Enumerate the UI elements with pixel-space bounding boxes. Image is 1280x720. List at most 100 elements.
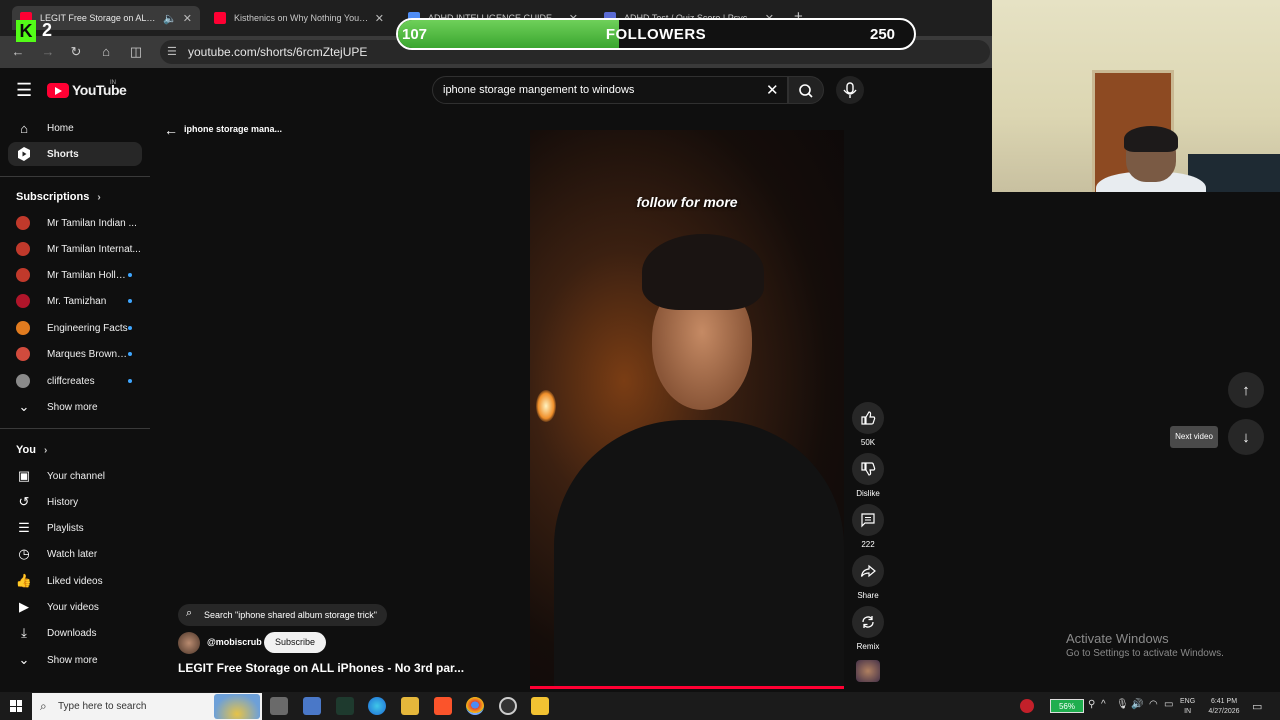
windows-logo-icon (10, 700, 22, 712)
next-video-tooltip: Next video (1170, 426, 1218, 448)
youtube-favicon-icon (214, 12, 226, 24)
chevron-right-icon: › (97, 191, 101, 203)
battery-indicator[interactable]: 56% (1050, 699, 1084, 713)
channel-handle[interactable]: @mobiscrub (207, 637, 262, 647)
new-content-dot (128, 326, 132, 330)
sidebar-you-heading[interactable]: You › (16, 444, 47, 456)
tray-app-icon[interactable] (1020, 699, 1034, 713)
search-button[interactable] (788, 76, 824, 104)
sidebar-item-playlists[interactable]: ☰ Playlists (8, 516, 142, 540)
webcam-person-hair (1124, 126, 1178, 152)
share-action[interactable]: Share (852, 555, 884, 600)
playlists-icon: ☰ (18, 520, 30, 535)
browser-tab-2[interactable]: Kisthenics on Why Nothing You Chase ✕ (206, 6, 392, 30)
dislike-action[interactable]: Dislike (852, 453, 884, 498)
sidebar-item-liked-videos[interactable]: 👍 Liked videos (8, 569, 142, 593)
file-explorer-icon[interactable] (401, 697, 419, 715)
calculator-icon[interactable] (303, 697, 321, 715)
channel-avatar (16, 294, 30, 308)
hamburger-menu-icon[interactable]: ☰ (16, 80, 32, 101)
tray-language[interactable]: ENG IN (1180, 697, 1195, 717)
channel-avatar (16, 347, 30, 361)
comment-icon[interactable] (852, 504, 884, 536)
browser-tab-1[interactable]: LEGIT Free Storage on ALL iPhones 🔈 ✕ (12, 6, 200, 30)
remix-action[interactable]: Remix (852, 606, 884, 651)
brave-icon[interactable] (434, 697, 452, 715)
tray-chevron-up-icon[interactable]: ^ (1101, 699, 1106, 710)
followers-progress-fill (398, 20, 619, 48)
channel-avatar (16, 374, 30, 388)
sidebar-show-more-you[interactable]: ⌄ Show more (8, 648, 142, 672)
sidebar-subscription-1[interactable]: Mr Tamilan Indian ... (8, 211, 142, 235)
microphone-icon (843, 82, 857, 98)
video-progress-bar[interactable] (530, 686, 844, 689)
notification-icon[interactable]: ▭ (1252, 700, 1262, 713)
tray-network-icon[interactable]: ▭ (1164, 699, 1173, 710)
previous-video-button[interactable]: ↑ (1228, 372, 1264, 408)
shorts-icon (16, 146, 32, 162)
sidebar-subscription-4[interactable]: Mr. Tamizhan (8, 289, 142, 313)
tray-volume-icon[interactable]: 🔊 (1131, 699, 1143, 710)
voice-search-button[interactable] (836, 76, 864, 104)
sidebar-item-history[interactable]: ↺ History (8, 490, 142, 514)
channel-avatar (16, 216, 30, 230)
thumbs-up-icon[interactable] (852, 402, 884, 434)
home-browser-icon[interactable]: ⌂ (98, 44, 114, 60)
back-search-label[interactable]: iphone storage mana... (184, 124, 282, 134)
store-icon[interactable] (531, 697, 549, 715)
tray-wifi-icon[interactable]: ◠ (1149, 699, 1158, 710)
video-person-hair (642, 234, 764, 310)
sidebar-subscription-2[interactable]: Mr Tamilan Internat... (8, 237, 142, 261)
kick-logo: K (16, 20, 36, 42)
start-button[interactable] (0, 692, 32, 720)
tray-usb-icon[interactable]: ⚲ (1088, 699, 1095, 710)
sidebar-subscription-3[interactable]: Mr Tamilan Holly... (8, 263, 142, 287)
task-view-icon[interactable] (270, 697, 288, 715)
sidebar-item-your-channel[interactable]: ▣ Your channel (8, 464, 142, 488)
sidebar-subscription-5[interactable]: Engineering Facts (8, 316, 142, 340)
remix-icon[interactable] (852, 606, 884, 638)
close-tab-icon[interactable]: ✕ (375, 12, 384, 25)
sidebar-toggle-icon[interactable]: ◫ (128, 44, 144, 60)
short-video-player[interactable] (530, 130, 844, 688)
webcam-feed (992, 0, 1280, 192)
obs-icon[interactable] (499, 697, 517, 715)
edge-icon[interactable] (368, 697, 386, 715)
sidebar-subscription-6[interactable]: Marques Brownlee (8, 342, 142, 366)
share-icon[interactable] (852, 555, 884, 587)
sidebar-item-home[interactable]: ⌂ Home (8, 116, 142, 140)
back-icon[interactable]: ← (10, 44, 26, 60)
reload-icon[interactable]: ↻ (68, 44, 84, 60)
thumbs-down-icon[interactable] (852, 453, 884, 485)
sidebar-item-watch-later[interactable]: ◷ Watch later (8, 542, 142, 566)
sidebar-item-your-videos[interactable]: ▶ Your videos (8, 595, 142, 619)
search-input[interactable]: iphone storage mangement to windows (432, 76, 788, 104)
search-icon: ⌕ (186, 607, 193, 619)
channel-avatar[interactable] (178, 632, 200, 654)
like-action[interactable]: 50K (852, 402, 884, 447)
related-search-chip[interactable]: Search "iphone shared album storage tric… (178, 604, 387, 626)
search-highlight-image[interactable] (214, 694, 260, 719)
next-video-button[interactable]: ↓ (1228, 419, 1264, 455)
back-arrow-icon[interactable]: ← (164, 122, 178, 138)
chevron-right-icon: › (43, 444, 48, 456)
sound-source-avatar[interactable] (856, 660, 880, 682)
video-caption: follow for more (636, 194, 738, 210)
video-title[interactable]: LEGIT Free Storage on ALL iPhones - No 3… (178, 661, 464, 675)
forward-icon[interactable]: → (40, 44, 56, 60)
site-info-icon[interactable]: ☰ (167, 45, 177, 58)
sidebar-item-shorts[interactable]: Shorts (8, 142, 142, 166)
clear-search-icon[interactable]: ✕ (766, 81, 779, 99)
tray-mic-icon[interactable]: 🎙 (1116, 699, 1129, 710)
sidebar-subscriptions-heading[interactable]: Subscriptions › (16, 191, 101, 203)
sidebar-item-downloads[interactable]: ⤓ Downloads (8, 621, 142, 645)
sidebar-show-more-subscriptions[interactable]: ⌄ Show more (8, 395, 142, 419)
subscribe-button[interactable]: Subscribe (264, 632, 326, 653)
close-tab-icon[interactable]: ✕ (183, 12, 192, 25)
terminal-icon[interactable] (336, 697, 354, 715)
chrome-icon[interactable] (466, 697, 484, 715)
tray-clock[interactable]: 6:41 PM 4/27/2026 (1202, 697, 1246, 717)
comments-action[interactable]: 222 (852, 504, 884, 549)
sidebar-subscription-7[interactable]: cliffcreates (8, 369, 142, 393)
mute-icon[interactable]: 🔈 (163, 12, 177, 25)
